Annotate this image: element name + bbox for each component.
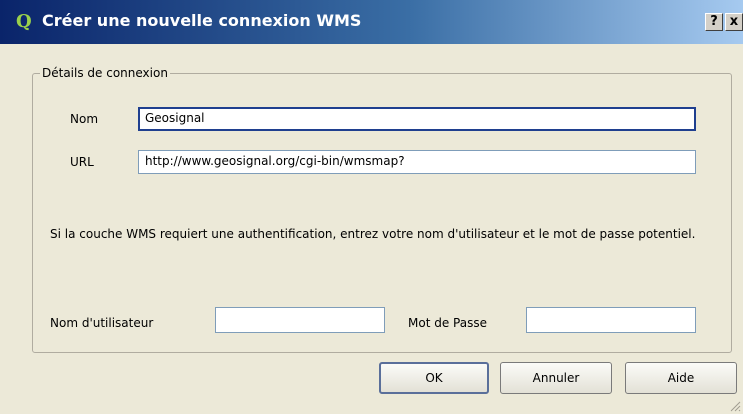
close-icon: x [729,14,739,29]
username-label: Nom d'utilisateur [50,316,154,330]
username-input[interactable] [215,307,385,333]
password-label: Mot de Passe [408,316,487,330]
group-title: Détails de connexion [40,66,170,80]
name-label: Nom [70,112,99,126]
cancel-button[interactable]: Annuler [500,362,612,394]
help-button[interactable]: Aide [625,362,737,394]
resize-grip-icon[interactable] [729,400,741,412]
close-button[interactable]: x [725,13,743,31]
qgis-icon: Q [16,11,32,32]
ok-button[interactable]: OK [379,362,489,394]
password-input[interactable] [526,307,696,333]
url-input[interactable]: http://www.geosignal.org/cgi-bin/wmsmap? [138,150,696,174]
auth-info-text: Si la couche WMS requiert une authentifi… [50,227,696,241]
window-title: Créer une nouvelle connexion WMS [42,11,362,30]
url-label: URL [70,155,94,169]
title-help-button[interactable]: ? [705,13,723,31]
name-input[interactable]: Geosignal [138,107,696,131]
title-bar: Q Créer une nouvelle connexion WMS ? x [0,0,743,44]
